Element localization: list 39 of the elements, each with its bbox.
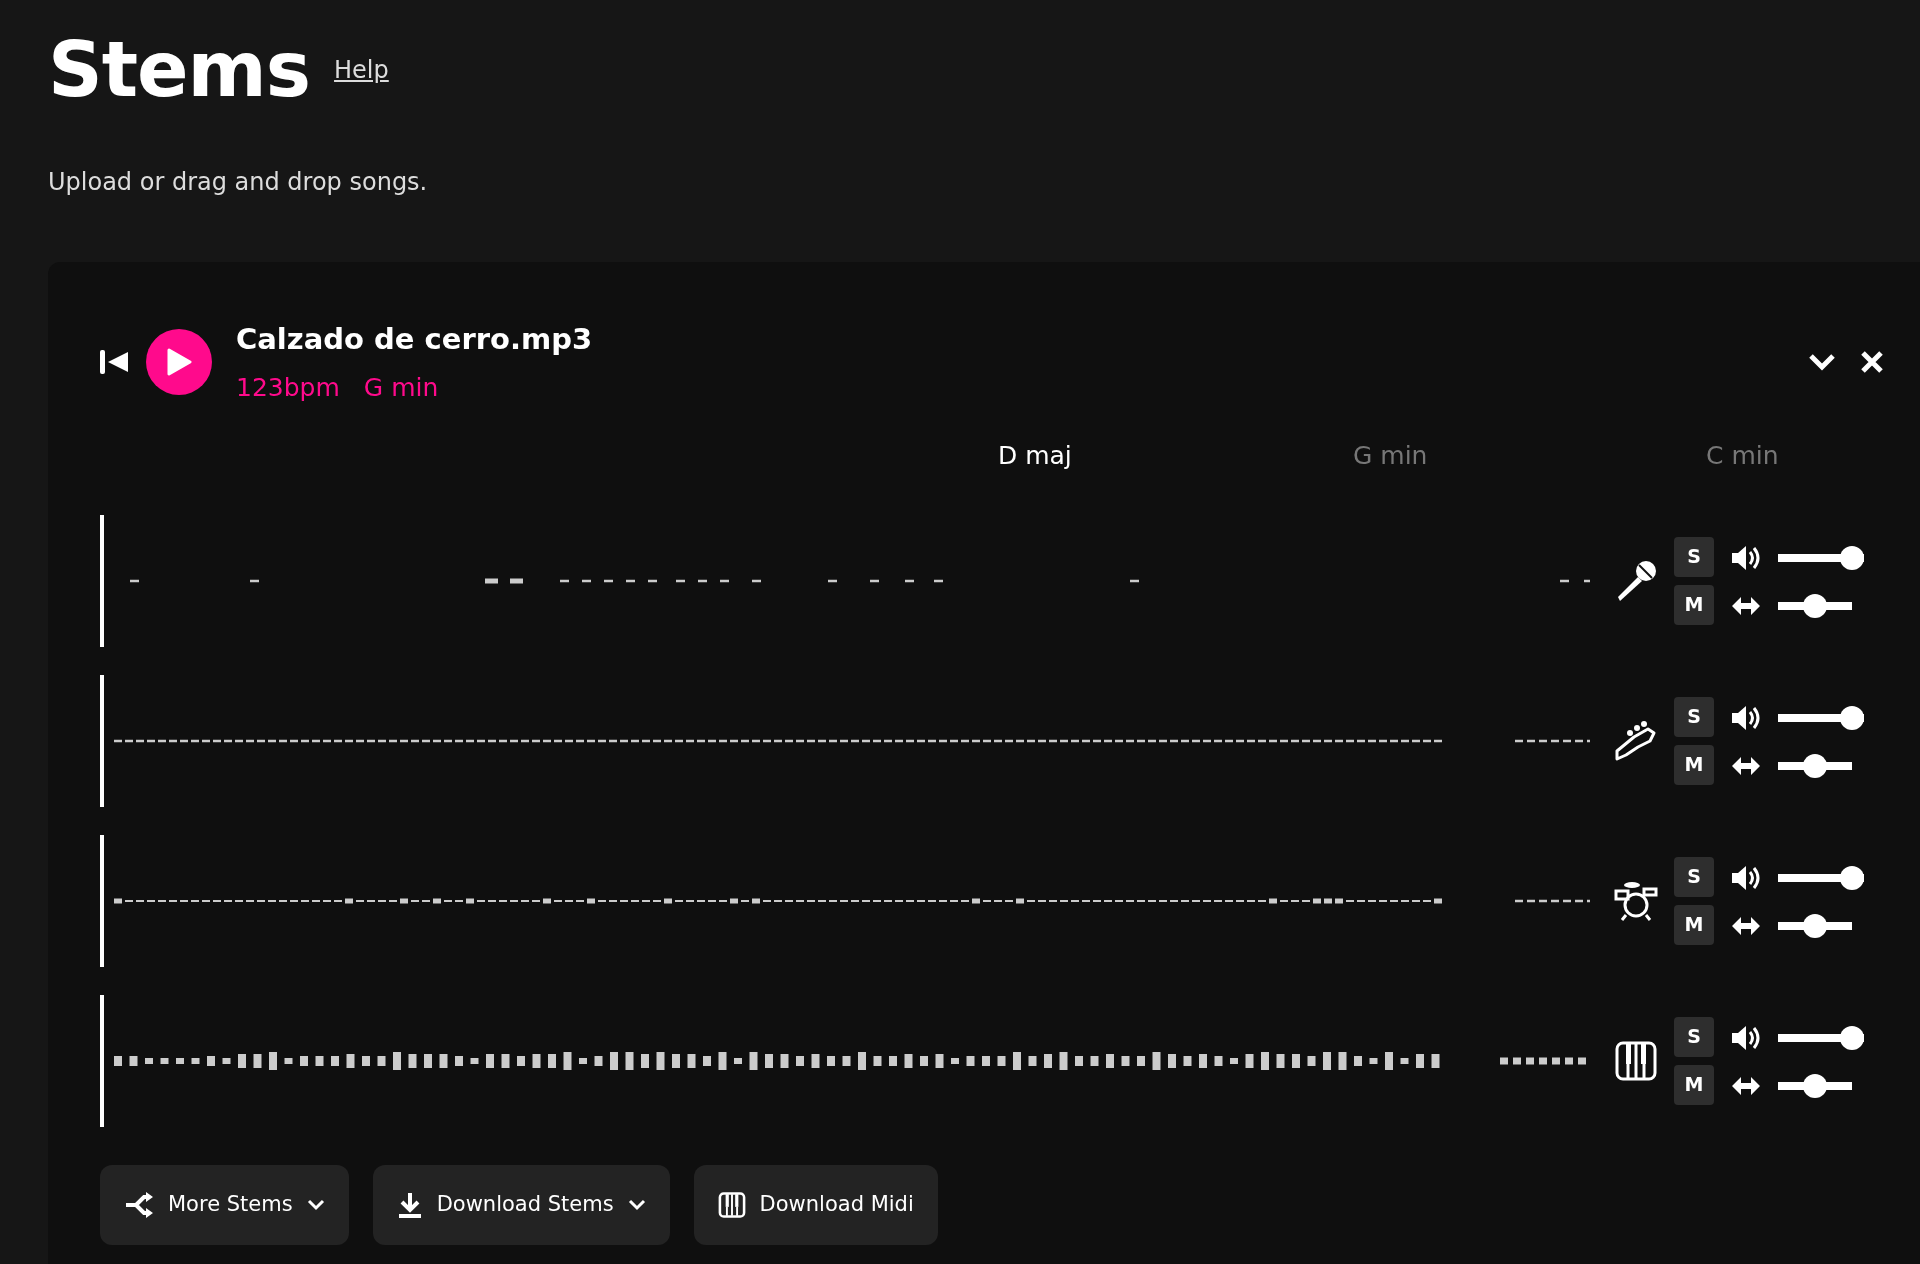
- mute-button[interactable]: M: [1674, 1064, 1714, 1105]
- piano-keys-icon: [717, 1190, 746, 1219]
- mute-button[interactable]: M: [1674, 584, 1714, 625]
- microphone-icon: [1618, 560, 1656, 601]
- speaker-icon: [1730, 863, 1762, 892]
- solo-button[interactable]: S: [1674, 536, 1714, 577]
- speaker-icon: [1730, 543, 1762, 572]
- chevron-down-icon[interactable]: [1808, 353, 1836, 372]
- chord-label: C min: [1706, 439, 1779, 472]
- speaker-icon: [1730, 703, 1762, 732]
- close-icon[interactable]: [1860, 350, 1884, 375]
- download-icon: [396, 1190, 423, 1219]
- mute-button[interactable]: M: [1674, 904, 1714, 945]
- chord-label: D maj: [998, 439, 1072, 472]
- skip-back-icon[interactable]: [100, 350, 130, 375]
- solo-button[interactable]: S: [1674, 1016, 1714, 1057]
- drum-kit-icon: [1614, 881, 1658, 922]
- play-icon: [166, 348, 192, 377]
- slider-thumb[interactable]: [1840, 705, 1864, 730]
- solo-button[interactable]: S: [1674, 856, 1714, 897]
- solo-button[interactable]: S: [1674, 696, 1714, 737]
- action-button[interactable]: More Stems: [100, 1164, 349, 1245]
- help-link[interactable]: Help: [334, 51, 389, 88]
- piano-keys-icon: [1615, 1041, 1657, 1081]
- speaker-icon: [1730, 1023, 1762, 1052]
- subtitle: Upload or drag and drop songs.: [48, 166, 429, 198]
- page-title: Stems: [48, 28, 311, 112]
- mute-button[interactable]: M: [1674, 744, 1714, 785]
- action-button[interactable]: Download Stems: [372, 1164, 670, 1245]
- slider-thumb[interactable]: [1840, 865, 1864, 890]
- chord-label: G min: [1353, 439, 1428, 472]
- action-button[interactable]: Download Midi: [693, 1164, 938, 1245]
- song-key: G min: [363, 369, 439, 407]
- guitar-head-icon: [1615, 720, 1656, 761]
- slider-thumb[interactable]: [1840, 545, 1864, 570]
- slider-thumb[interactable]: [1840, 1025, 1864, 1050]
- split-arrow-icon: [124, 1191, 154, 1218]
- tempo: 123bpm: [236, 372, 340, 405]
- song-title: Calzado de cerro.mp3: [236, 320, 593, 358]
